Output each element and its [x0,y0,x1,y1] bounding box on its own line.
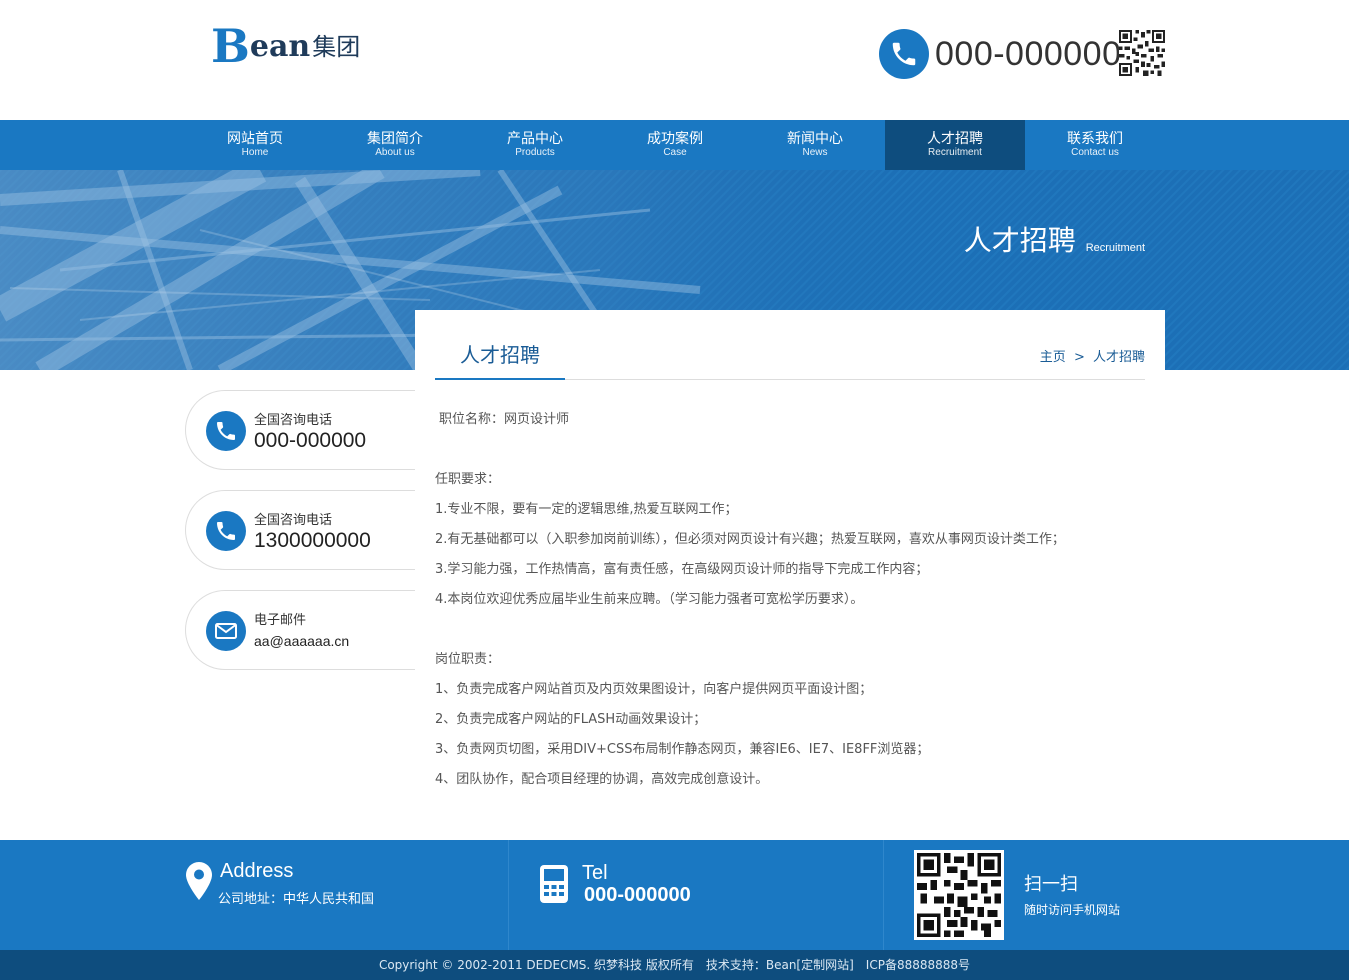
nav-item-label: 人才招聘 [927,131,983,147]
nav-items: 网站首页 Home 集团简介 About us 产品中心 Products 成功案例 Case… [185,120,1165,170]
nav-item-sublabel: About us [375,147,415,158]
footer-tel-title: Tel [582,862,608,884]
banner-title-en: Recruitment [1085,242,1145,254]
logo-wordmark: ean [249,29,311,64]
sidebar-card-label: 电子邮件 [254,613,307,628]
nav-item-sublabel: Products [515,147,555,158]
nav-item-label: 网站首页 [227,131,283,147]
nav-item-contact-us[interactable]: 联系我们 Contact us [1025,120,1165,170]
job-position-line: 职位名称：网页设计师 [439,412,570,427]
nav-item-sublabel: Contact us [1071,147,1119,158]
nav-item-sublabel: Case [663,147,687,158]
sidebar-card-email-link[interactable]: aa@aaaaaa.cn [254,633,349,649]
breadcrumb: 主页 > 人才招聘 [1040,346,1145,365]
phone-icon [879,29,929,79]
sidebar-card-label: 全国咨询电话 [254,413,333,428]
site-header: B ean 集团 000-000000 [0,0,1349,120]
site-logo[interactable]: B ean 集团 [211,19,361,73]
nav-item-label: 联系我们 [1067,131,1123,147]
logo-initial: B [211,19,250,73]
duty-item: 2、负责完成客户网站的FLASH动画效果设计； [435,712,707,727]
nav-item-label: 成功案例 [647,131,703,147]
qr-code-icon [1119,30,1165,76]
job-article: 职位名称：网页设计师 任职要求： 1.专业不限，要有一定的逻辑思维,热爱互联网工… [435,405,1145,795]
nav-item-case[interactable]: 成功案例 Case [605,120,745,170]
sidebar-card-mobile: 全国咨询电话 1300000000 [185,490,416,570]
content-header: 人才招聘 主页 > 人才招聘 [435,310,1145,380]
breadcrumb-separator: > [1073,350,1085,365]
requirement-item: 2.有无基础都可以（入职参加岗前训练），但必须对网页设计有兴趣；热爱互联网，喜欢… [435,532,1065,547]
nav-item-news[interactable]: 新闻中心 News [745,120,885,170]
nav-item-home[interactable]: 网站首页 Home [185,120,325,170]
logo-group-text: 集团 [312,33,361,61]
duties-heading: 岗位职责： [435,652,501,667]
banner-title: 人才招聘 Recruitment [964,224,1145,258]
nav-item-label: 新闻中心 [787,131,843,147]
sidebar-card-value: 1300000000 [254,529,371,552]
copyright-bar: Copyright © 2002-2011 DEDECMS. 织梦科技 版权所有… [0,950,1349,980]
duty-item: 1、负责完成客户网站首页及内页效果图设计，向客户提供网页平面设计图； [435,682,873,697]
breadcrumb-current-link[interactable]: 人才招聘 [1093,350,1145,365]
footer-address: 公司地址：中华人民共和国 [218,892,375,907]
header-hotline: 000-000000 [879,29,1122,79]
requirement-item: 4.本岗位欢迎优秀应届毕业生前来应聘。（学习能力强者可宽松学历要求）。 [435,592,864,607]
nav-item-label: 产品中心 [507,131,563,147]
requirements-heading: 任职要求： [435,472,501,487]
breadcrumb-home-link[interactable]: 主页 [1040,350,1066,365]
requirement-item: 1.专业不限，要有一定的逻辑思维,热爱互联网工作； [435,502,738,517]
location-pin-icon [186,862,212,900]
page-title: 人才招聘 [435,340,565,380]
sidebar-card-email: 电子邮件 aa@aaaaaa.cn [185,590,416,670]
qr-code-icon [917,853,1001,937]
sidebar-card-hotline: 全国咨询电话 000-000000 [185,390,416,470]
nav-item-products[interactable]: 产品中心 Products [465,120,605,170]
nav-item-recruitment[interactable]: 人才招聘 Recruitment [885,120,1025,170]
duty-item: 4、团队协作，配合项目经理的协调，高效完成创意设计。 [435,772,769,787]
footer-scan-subtitle: 随时访问手机网站 [1024,903,1121,917]
requirement-item: 3.学习能力强，工作热情高，富有责任感，在高级网页设计师的指导下完成工作内容； [435,562,929,577]
banner-title-cn: 人才招聘 [963,224,1076,257]
nav-item-sublabel: News [802,147,828,158]
phone-icon [206,411,246,451]
footer-divider [883,840,884,950]
footer-address-title: Address [220,860,294,882]
mobile-phone-icon [540,865,568,903]
footer-scan-title: 扫一扫 [1024,874,1078,895]
footer-divider [508,840,509,950]
duty-item: 3、负责网页切图，采用DIV+CSS布局制作静态网页，兼容IE6、IE7、IE8… [435,742,930,757]
site-footer: Address 公司地址：中华人民共和国 Tel 000-000000 扫一扫 … [0,840,1349,950]
hotline-number: 000-000000 [935,34,1122,73]
main-nav: 网站首页 Home 集团简介 About us 产品中心 Products 成功案例 Case… [0,120,1349,170]
nav-item-label: 集团简介 [367,131,423,147]
main-content: 人才招聘 主页 > 人才招聘 职位名称：网页设计师 任职要求： 1.专业不限，要… [415,310,1165,840]
sidebar-card-value: 000-000000 [254,429,367,452]
nav-item-about-us[interactable]: 集团简介 About us [325,120,465,170]
nav-item-sublabel: Recruitment [928,147,982,158]
sidebar-card-label: 全国咨询电话 [254,513,333,528]
mail-icon [206,611,246,651]
footer-qr-code [914,850,1004,940]
footer-tel: 000-000000 [584,884,691,906]
phone-icon [206,511,246,551]
nav-item-sublabel: Home [241,147,269,158]
